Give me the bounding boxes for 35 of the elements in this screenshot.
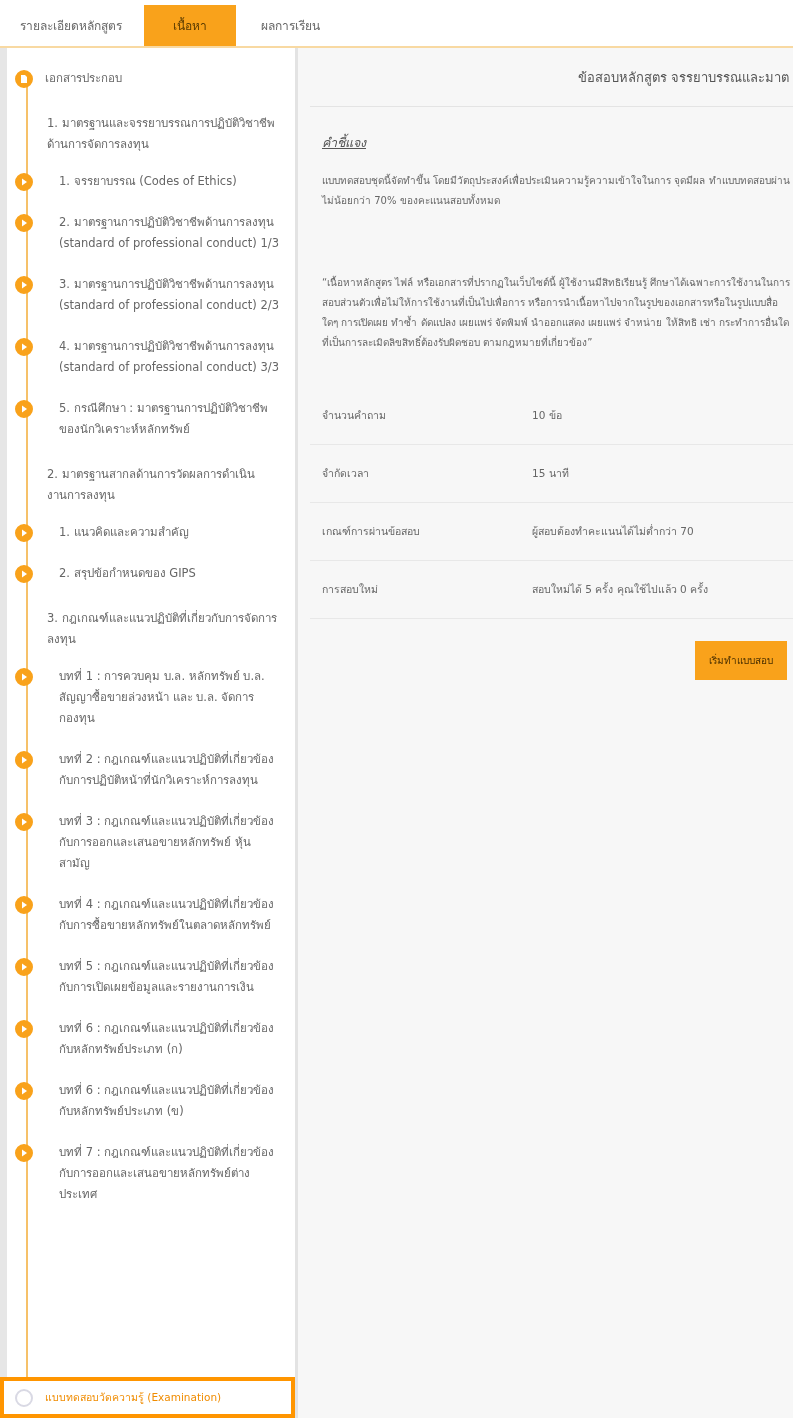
detail-label: การสอบใหม่ [322, 582, 379, 597]
detail-value: 15 นาที [532, 466, 569, 481]
detail-value: ผู้สอบต้องทำคะแนนได้ไม่ต่ำกว่า 70 [532, 523, 694, 540]
tab[interactable]: เนื้อหา [144, 5, 236, 46]
lesson-item[interactable]: เอกสารประกอบ [7, 62, 295, 103]
start-exam-button[interactable]: เริ่มทำแบบสอบ [695, 641, 787, 680]
lesson-item[interactable]: บทที่ 2 : กฎเกณฑ์และแนวปฏิบัติที่เกี่ยวข้องกับการปฏิบัติหน้าที่นักวิเคราะห์การลงทุน [7, 743, 295, 805]
section-heading: 3. กฎเกณฑ์และแนวปฏิบัติที่เกี่ยวกับการจัดการลงทุน [47, 609, 278, 648]
lesson-item[interactable]: บทที่ 7 : กฎเกณฑ์และแนวปฏิบัติที่เกี่ยวข้องกับการออกและเสนอขายหลักทรัพย์ต่างประเทศ [7, 1136, 295, 1219]
instructions-text: แบบทดสอบชุดนี้จัดทำขึ้น โดยมีวัตถุประสงค์เพื่อประเมินความรู้ความเข้าใจในการ จุดมีผล ทำแบบทดสอบผ่านไม่น้อยกว่า 70% ของคะแนนสอบทั้งหมด [322, 172, 791, 208]
detail-label: จำกัดเวลา [322, 466, 370, 481]
lesson-item[interactable]: บทที่ 4 : กฎเกณฑ์และแนวปฏิบัติที่เกี่ยวข้องกับการซื้อขายหลักทรัพย์ในตลาดหลักทรัพย์ [7, 888, 295, 950]
lesson-item[interactable]: 1. แนวคิดและความสำคัญ [7, 516, 295, 557]
lesson-item[interactable]: 1. จรรยาบรรณ (Codes of Ethics) [7, 165, 295, 206]
detail-label: จำนวนคำถาม [322, 408, 387, 423]
detail-value: 10 ข้อ [532, 408, 562, 423]
lesson-item[interactable]: บทที่ 3 : กฎเกณฑ์และแนวปฏิบัติที่เกี่ยวข้องกับการออกและเสนอขายหลักทรัพย์ หุ้นสามัญ [7, 805, 295, 888]
detail-value: สอบใหม่ได้ 5 ครั้ง คุณใช้ไปแล้ว 0 ครั้ง [532, 581, 709, 598]
lesson-item[interactable]: 2. มาตรฐานการปฏิบัติวิชาชีพด้านการลงทุน (standard of professional conduct) 1/3 [7, 206, 295, 268]
lesson-item[interactable]: บทที่ 6 : กฎเกณฑ์และแนวปฏิบัติที่เกี่ยวข้องกับหลักทรัพย์ประเภท (ข) [7, 1074, 295, 1136]
tab[interactable]: ผลการเรียน [244, 5, 336, 46]
lesson-item[interactable]: 3. มาตรฐานการปฏิบัติวิชาชีพด้านการลงทุน (standard of professional conduct) 2/3 [7, 268, 295, 330]
exam-title: ข้อสอบหลักสูตร จรรยาบรรณและมาต [577, 68, 789, 88]
lesson-item[interactable]: บทที่ 5 : กฎเกณฑ์และแนวปฏิบัติที่เกี่ยวข้องกับการเปิดเผยข้อมูลและรายงานการเงิน [7, 950, 295, 1012]
lesson-item[interactable]: บทที่ 6 : กฎเกณฑ์และแนวปฏิบัติที่เกี่ยวข้องกับหลักทรัพย์ประเภท (ก) [7, 1012, 295, 1074]
lesson-item[interactable]: บทที่ 1 : การควบคุม บ.ล. หลักทรัพย์ บ.ล. สัญญาซื้อขายล่วงหน้า และ บ.ล. จัดการกองทุน [7, 660, 295, 743]
tab[interactable]: รายละเอียดหลักสูตร [6, 5, 136, 46]
section-heading: 2. มาตรฐานสากลด้านการวัดผลการดำเนินงานการลงทุน [47, 466, 256, 504]
lesson-item[interactable]: 4. มาตรฐานการปฏิบัติวิชาชีพด้านการลงทุน (standard of professional conduct) 3/3 [7, 330, 295, 392]
lesson-item[interactable]: 5. กรณีศึกษา : มาตรฐานการปฏิบัติวิชาชีพของนักวิเคราะห์หลักทรัพย์ [7, 392, 295, 454]
section-heading: 1. มาตรฐานและจรรยาบรรณการปฏิบัติวิชาชีพ ด้านการจัดการลงทุน [47, 115, 276, 153]
lesson-item[interactable]: 2. สรุปข้อกำหนดของ GIPS [7, 557, 295, 598]
copyright-notice: “เนื้อหาหลักสูตร ไฟล์ หรือเอกสารที่ปรากฏในเว็บไซต์นี้ ผู้ใช้งานมีสิทธิเรียนรู้ ศึกษาได้เฉพาะการใช้งานในการสอบส่วนตัวเพื่อไม่ให้การใช้งานที่เป็นไปเพื่อการ หรือการนำเนื้อหาไปจากในรูปของเอกสารหรือในรูปแบบสื่อใดๆ การเปิดเผย ทำซ้ำ ดัดแปลง เผยแพร่ จัดพิมพ์ นำออกแสดง เผยแพร่ จำหน่าย ให้สิทธิ เช่า กระทำการอื่นใดที่เป็นการละเมิดลิขสิทธิ์ต้องรับผิดชอบ ตามกฎหมายที่เกี่ยวข้อง” [322, 274, 791, 350]
detail-label: เกณฑ์การผ่านข้อสอบ [322, 524, 421, 539]
instructions-heading: คำชี้แจง [322, 133, 366, 152]
